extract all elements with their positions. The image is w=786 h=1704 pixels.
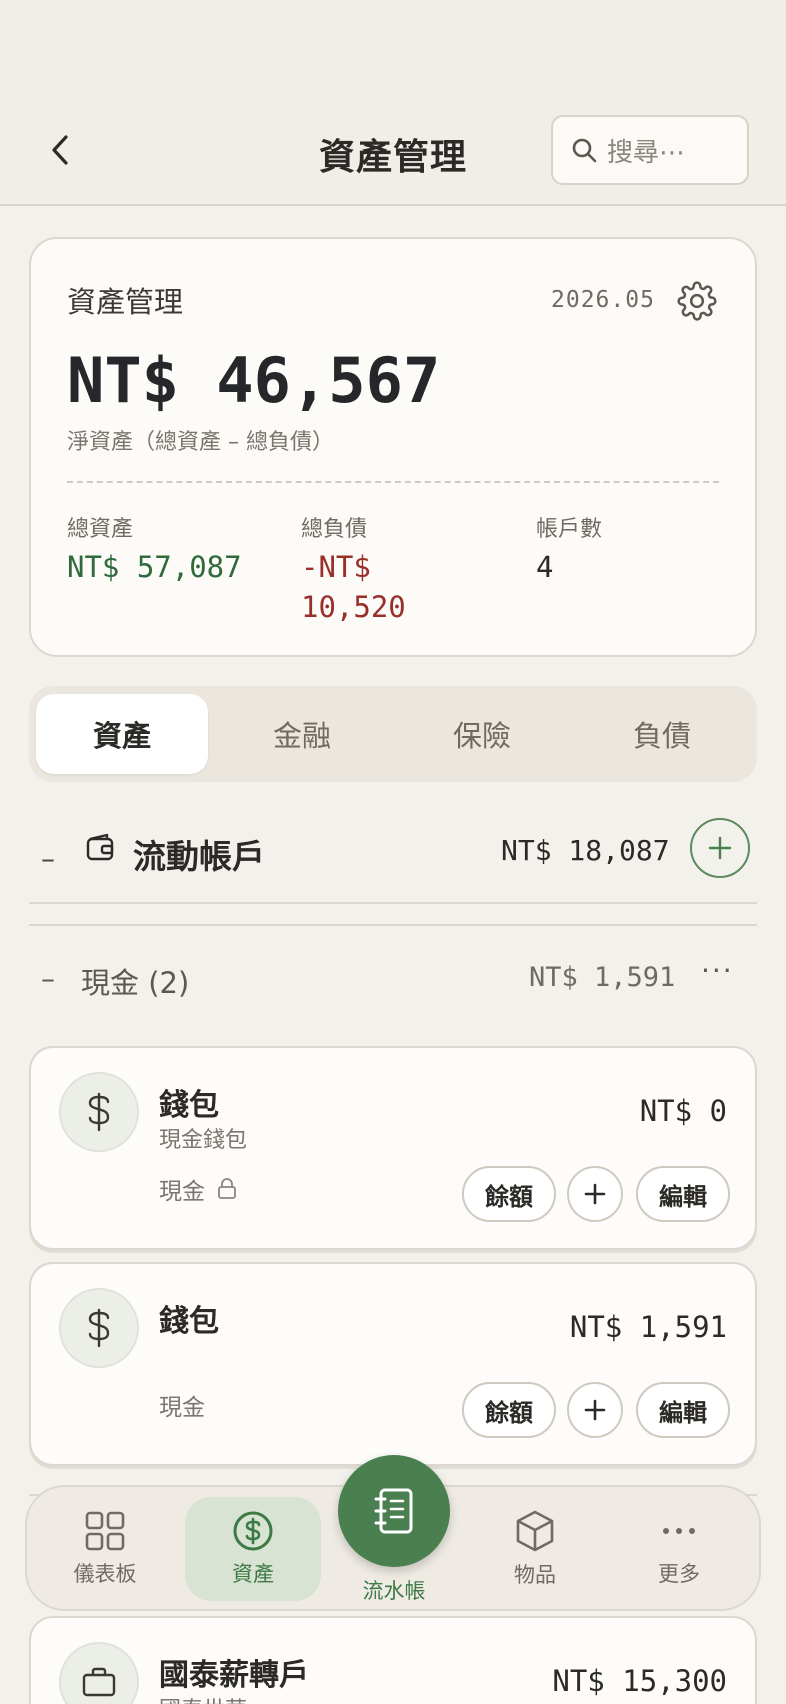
nav-label: 儀表板 [73,1562,137,1586]
collapse-toggle[interactable]: – [41,842,55,875]
category-tabs: 資產 金融 保險 負債 [29,686,757,782]
more-options-button[interactable]: ··· [701,954,734,987]
plus-icon [584,1183,606,1205]
more-icon [663,1528,695,1534]
summary-title: 資產管理 [67,285,184,319]
nav-more[interactable]: 更多 [611,1497,747,1601]
settings-button[interactable] [677,281,717,321]
nav-dashboard[interactable]: 儀表板 [37,1497,173,1601]
account-type-label: 現金 [159,1179,205,1205]
account-count-label: 帳戶數 [536,517,603,542]
account-balance: NT$ 15,300 [552,1664,727,1698]
group-header-current-accounts: – 流動帳戶 NT$ 18,087 [29,812,757,892]
subgroup-title: 現金 (2) [81,966,190,1000]
nav-label: 更多 [658,1562,700,1586]
add-account-button[interactable] [690,818,750,878]
account-balance: NT$ 1,591 [569,1310,727,1344]
divider [29,924,757,926]
avatar [59,1288,139,1368]
gear-icon [677,281,717,321]
account-count-value: 4 [536,550,554,584]
edit-button[interactable]: 編輯 [636,1166,730,1222]
edit-button[interactable]: 編輯 [636,1382,730,1438]
account-name: 錢包 [159,1088,219,1123]
tab-liabilities[interactable]: 負債 [576,694,748,774]
dollar-icon [88,1092,110,1132]
lock-icon [218,1178,236,1199]
divider [29,902,757,904]
nav-assets[interactable]: 資產 [185,1497,321,1601]
account-card[interactable]: 錢包 NT$ 1,591 現金 餘額 編輯 [29,1262,757,1466]
journal-fab-button[interactable] [338,1455,450,1567]
add-transaction-button[interactable] [567,1382,623,1438]
total-assets-value: NT$ 57,087 [67,550,242,584]
account-card[interactable]: 錢包 現金錢包 NT$ 0 現金 餘額 編輯 [29,1046,757,1250]
account-type-label: 現金 [159,1395,205,1421]
net-worth-summary-card: 資產管理 2026.05 NT$ 46,567 淨資產（總資產 – 總負債） 總… [29,237,757,657]
fab-label: 流水帳 [362,1579,426,1603]
avatar [59,1642,139,1704]
plus-icon [584,1399,606,1421]
balance-button[interactable]: 餘額 [462,1382,556,1438]
nav-items[interactable]: 物品 [467,1497,603,1601]
dollar-circle-icon [233,1511,273,1551]
account-subtitle: 國泰世華 [159,1692,247,1704]
group-title: 流動帳戶 [133,837,265,876]
account-name: 國泰薪轉戶 [159,1658,309,1693]
briefcase-icon [82,1667,116,1697]
account-card[interactable]: 國泰薪轉戶 國泰世華 NT$ 15,300 [29,1616,757,1704]
period-label[interactable]: 2026.05 [551,287,655,313]
account-type: 現金 [159,1388,205,1422]
account-type: 現金 [159,1172,237,1206]
total-liabilities-label: 總負債 [301,517,368,542]
account-subtitle: 現金錢包 [159,1128,248,1153]
balance-button[interactable]: 餘額 [462,1166,556,1222]
net-worth-label: 淨資產（總資產 – 總負債） [67,430,334,455]
account-balance: NT$ 0 [639,1094,727,1128]
group-total: NT$ 18,087 [501,834,670,867]
net-worth-value: NT$ 46,567 [67,344,441,417]
total-liabilities-value: -NT$ 10,520 [301,550,406,624]
account-name: 錢包 [159,1304,219,1339]
search-placeholder: 搜尋⋯ [607,137,686,168]
subgroup-header-cash: – 現金 (2) NT$ 1,591 ··· [29,950,757,1010]
total-assets-label: 總資產 [67,517,134,542]
tab-finance[interactable]: 金融 [216,694,388,774]
wallet-icon [85,832,117,868]
tab-assets[interactable]: 資產 [36,694,208,774]
search-icon [572,138,597,163]
nav-label: 資產 [232,1562,274,1586]
dashed-divider [67,481,719,483]
tab-insurance[interactable]: 保險 [396,694,568,774]
dollar-icon [88,1308,110,1348]
notebook-icon [374,1488,413,1534]
top-bar: 資產管理 搜尋⋯ [0,0,786,206]
add-transaction-button[interactable] [567,1166,623,1222]
avatar [59,1072,139,1152]
grid-icon [85,1511,125,1551]
search-input[interactable]: 搜尋⋯ [551,115,749,185]
nav-label: 物品 [514,1563,556,1587]
collapse-toggle[interactable]: – [41,962,55,995]
plus-icon [708,836,732,860]
box-icon [516,1510,554,1552]
subgroup-total: NT$ 1,591 [529,962,676,993]
